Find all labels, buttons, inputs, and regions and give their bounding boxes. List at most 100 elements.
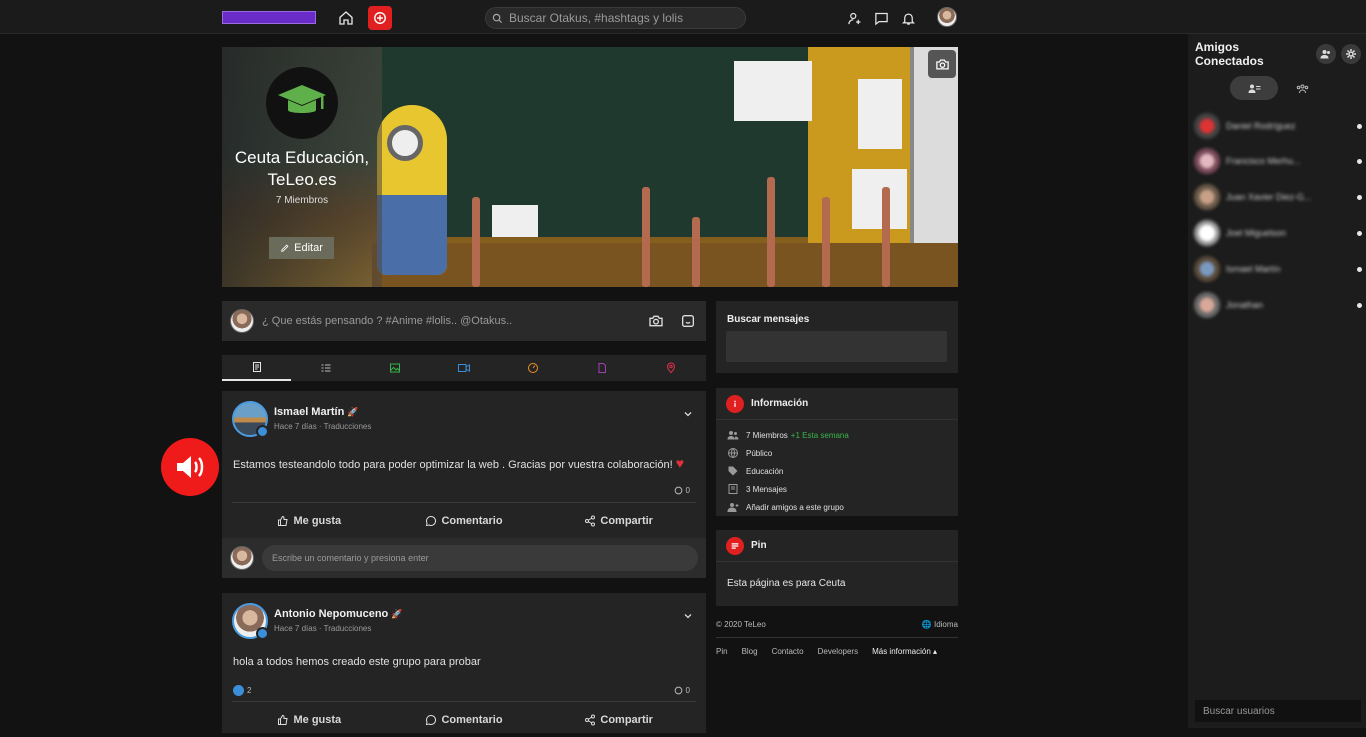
post-options-chevron-icon[interactable]: [682, 609, 694, 627]
friend-item[interactable]: Joel Miguelson: [1194, 219, 1362, 247]
gear-icon[interactable]: [1341, 44, 1361, 64]
cover-minion-eye: [387, 125, 423, 161]
post-meta: Hace 7 días · Traducciones: [274, 422, 372, 431]
post-options-chevron-icon[interactable]: [682, 407, 694, 425]
friend-name: Juan Xavier Diez-G...: [1226, 192, 1312, 202]
user-search-input[interactable]: [1203, 705, 1353, 717]
edit-group-button[interactable]: Editar: [269, 237, 334, 259]
comment-composer: Escribe un comentario y presiona enter: [222, 538, 706, 578]
cover-desk: [372, 243, 958, 287]
tab-friends[interactable]: [1230, 76, 1278, 100]
friend-item[interactable]: Ismael Martín: [1194, 255, 1362, 283]
post-card: Antonio Nepomuceno 🚀 Hace 7 días · Tradu…: [222, 593, 706, 733]
file-icon: [598, 363, 607, 373]
search-bar[interactable]: [485, 7, 746, 29]
composer-placeholder[interactable]: ¿ Que estás pensando ? #Anime #lolis.. @…: [262, 315, 634, 327]
group-name: Ceuta Educación, TeLeo.es: [234, 148, 370, 189]
online-indicator: [1357, 302, 1362, 308]
post-text: Estamos testeandolo todo para poder opti…: [233, 455, 684, 471]
footer-link-pin[interactable]: Pin: [716, 647, 728, 656]
tab-file[interactable]: [568, 355, 637, 381]
comment-avatar: [230, 546, 254, 570]
rocket-icon: 🚀: [347, 407, 359, 417]
friend-item[interactable]: Francisco Merhu...: [1194, 147, 1362, 175]
home-icon[interactable]: [335, 7, 357, 29]
groups-icon: [1296, 84, 1308, 93]
tab-text[interactable]: [222, 355, 292, 381]
search-messages-title: Buscar mensajes: [727, 314, 810, 325]
group-info-overlay: Ceuta Educación, TeLeo.es 7 Miembros Edi…: [222, 47, 382, 287]
globe-icon: [728, 448, 738, 458]
search-input[interactable]: [509, 11, 729, 25]
comment-input[interactable]: Escribe un comentario y presiona enter: [262, 545, 698, 571]
language-link[interactable]: 🌐 Idioma: [922, 620, 958, 629]
search-messages-input[interactable]: [726, 331, 947, 362]
add-friends-link[interactable]: Añadir amigos a este grupo: [716, 498, 958, 516]
footer-link-developers[interactable]: Developers: [818, 647, 858, 656]
share-button[interactable]: Compartir: [541, 503, 696, 538]
more-info-link[interactable]: Más información ▴: [872, 647, 937, 656]
cover-minion: [377, 105, 447, 275]
create-button[interactable]: [368, 6, 392, 30]
tab-video[interactable]: [429, 355, 498, 381]
tab-gauge[interactable]: [499, 355, 568, 381]
footer-link-contact[interactable]: Contacto: [772, 647, 804, 656]
friend-avatar: [1194, 184, 1220, 210]
messages-icon[interactable]: [870, 7, 892, 29]
post-type-tabs: [222, 355, 706, 381]
change-cover-button[interactable]: [928, 50, 956, 78]
cover-chair-leg: [692, 217, 700, 287]
sticker-icon[interactable]: [678, 311, 698, 331]
online-indicator: [1357, 230, 1362, 236]
post-actions: Me gusta Comentario Compartir: [232, 701, 696, 737]
composer-avatar: [230, 309, 254, 333]
user-search-bar[interactable]: [1195, 700, 1361, 722]
friends-tabs: [1230, 76, 1326, 100]
post-author-avatar[interactable]: [232, 603, 269, 640]
footer-link-blog[interactable]: Blog: [742, 647, 758, 656]
like-count[interactable]: 2: [233, 685, 251, 696]
friend-item[interactable]: Jonathan: [1194, 291, 1362, 319]
add-friend-icon[interactable]: [843, 7, 865, 29]
comment-button[interactable]: Comentario: [387, 702, 542, 737]
post-author[interactable]: Ismael Martín 🚀: [274, 406, 371, 418]
friend-item[interactable]: Daniel Rodríguez: [1194, 112, 1362, 140]
comment-button[interactable]: Comentario: [387, 503, 542, 538]
group-add-icon[interactable]: [1316, 44, 1336, 64]
thumbs-up-icon: [278, 515, 289, 526]
like-button[interactable]: Me gusta: [232, 702, 387, 737]
pin-panel: Pin Esta página es para Ceuta: [716, 530, 958, 606]
group-avatar: [266, 67, 338, 139]
bell-icon[interactable]: [897, 7, 919, 29]
user-avatar[interactable]: [937, 7, 957, 27]
text-to-speech-button[interactable]: [161, 438, 219, 496]
tab-location[interactable]: [637, 355, 706, 381]
tab-list[interactable]: [291, 355, 360, 381]
post-author-avatar[interactable]: [232, 401, 269, 438]
post-author[interactable]: Antonio Nepomuceno 🚀: [274, 608, 403, 620]
online-indicator: [1357, 266, 1362, 272]
location-icon: [667, 362, 676, 374]
globe-icon: 🌐: [921, 620, 932, 629]
site-logo[interactable]: [222, 11, 316, 24]
like-button[interactable]: Me gusta: [232, 503, 387, 538]
post-composer[interactable]: ¿ Que estás pensando ? #Anime #lolis.. @…: [222, 301, 706, 341]
friend-name: Joel Miguelson: [1226, 228, 1287, 238]
verified-badge-icon: [256, 627, 269, 640]
pin-text: Esta página es para Ceuta: [727, 578, 846, 589]
info-members: 7 Miembros +1 Esta semana: [716, 426, 958, 444]
cover-poster-2: [858, 79, 902, 149]
friend-avatar: [1194, 113, 1220, 139]
online-indicator: [1357, 194, 1362, 200]
post-header: Antonio Nepomuceno 🚀 Hace 7 días · Tradu…: [232, 603, 403, 640]
pencil-icon: [281, 244, 289, 252]
cover-poster-3: [852, 169, 907, 229]
camera-icon[interactable]: [646, 311, 666, 331]
tab-image[interactable]: [360, 355, 429, 381]
friend-item[interactable]: Juan Xavier Diez-G...: [1194, 183, 1362, 211]
friend-name: Francisco Merhu...: [1226, 156, 1301, 166]
share-button[interactable]: Compartir: [541, 702, 696, 737]
friend-avatar: [1194, 220, 1220, 246]
video-icon: [457, 364, 470, 372]
tab-groups[interactable]: [1278, 76, 1326, 100]
